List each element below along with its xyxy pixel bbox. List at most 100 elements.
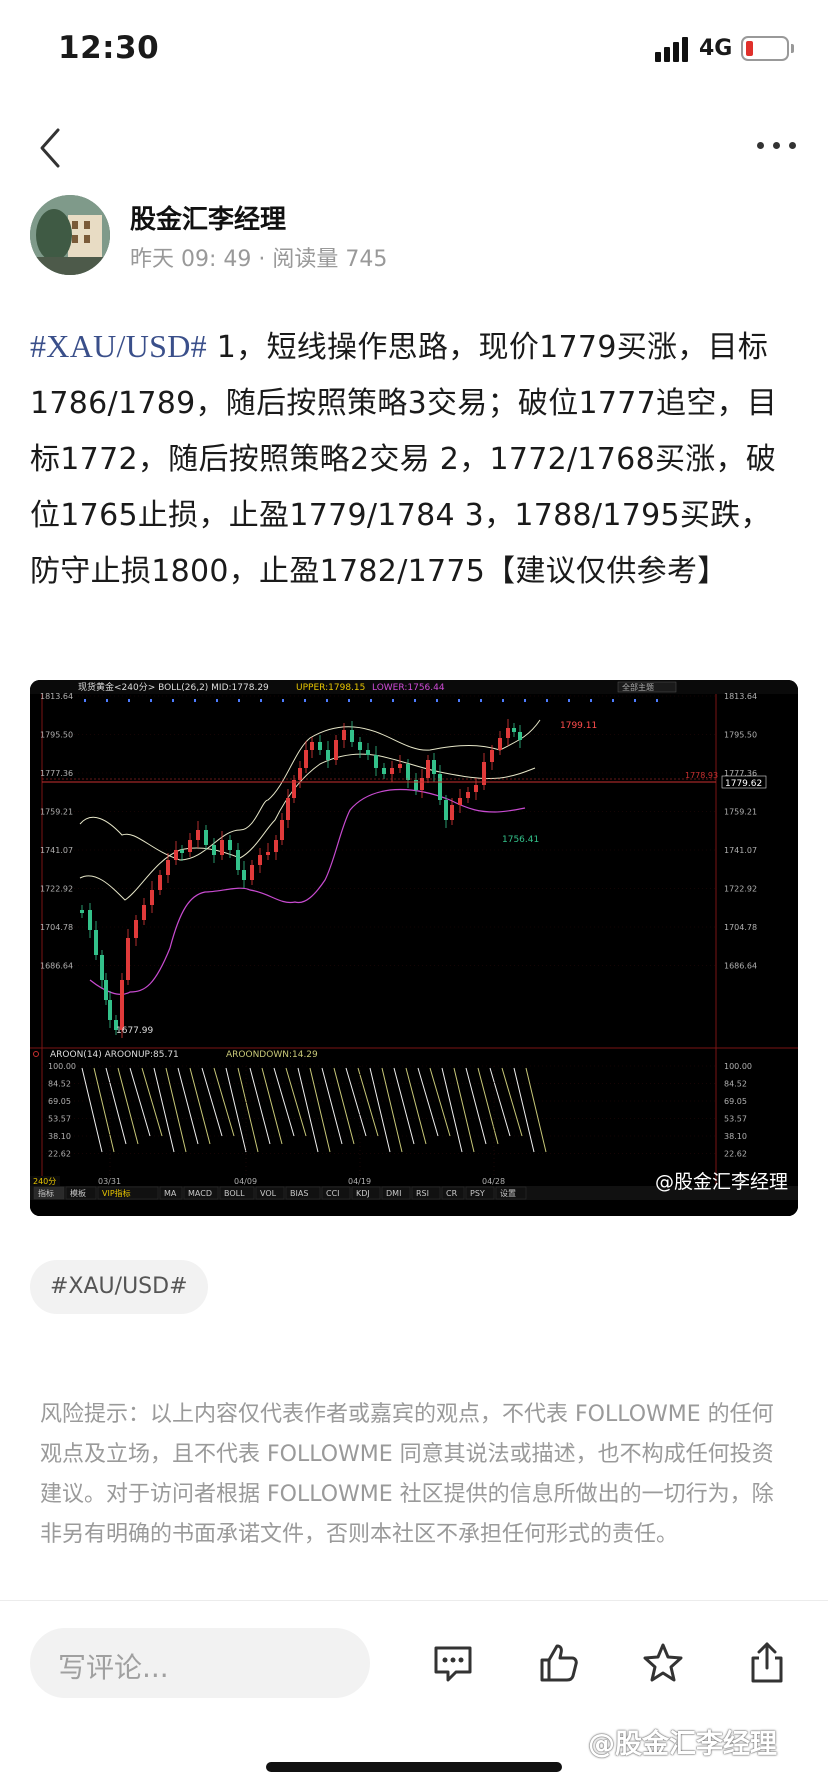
share-button[interactable] xyxy=(744,1640,790,1686)
chart-tab-label: CCI xyxy=(326,1189,340,1198)
marker-dot xyxy=(414,699,416,702)
more-dot-icon xyxy=(773,142,780,149)
y-label-left: 1704.78 xyxy=(40,923,73,932)
candle-body xyxy=(518,732,522,740)
marker-dot xyxy=(524,699,526,702)
battery-cap xyxy=(791,44,794,53)
candle-body xyxy=(80,910,84,913)
candle-body xyxy=(258,855,262,865)
indicator-y-label-left: 84.52 xyxy=(48,1080,71,1089)
chart-header-theme: 全部主题 xyxy=(622,682,654,692)
marker-dot xyxy=(348,699,350,702)
comment-placeholder: 写评论... xyxy=(58,1651,169,1684)
candle-body xyxy=(150,890,154,905)
price-high-label: 1799.11 xyxy=(560,721,597,731)
chart-tab-label: MACD xyxy=(188,1189,212,1198)
thumbs-up-icon xyxy=(540,1644,578,1682)
tag-chip[interactable]: #XAU/USD# xyxy=(30,1260,208,1314)
indicator-y-label-left: 53.57 xyxy=(48,1115,71,1124)
indicator-y-label-left: 100.00 xyxy=(48,1062,76,1071)
favorite-button[interactable] xyxy=(640,1640,686,1686)
comment-icon xyxy=(434,1646,472,1682)
back-button[interactable] xyxy=(34,124,70,172)
candle-body xyxy=(498,738,502,750)
candle-body xyxy=(88,910,92,930)
marker-dot xyxy=(172,699,174,702)
candle-body xyxy=(280,820,284,840)
chart-header-main: 现货黄金<240分> BOLL(26,2) MID:1778.29 xyxy=(78,681,269,693)
star-icon xyxy=(643,1643,683,1682)
candle-body xyxy=(236,850,240,870)
indicator-y-label-right: 69.05 xyxy=(724,1097,747,1106)
y-label-left: 1722.92 xyxy=(40,885,73,894)
post-meta: 昨天 09: 49 · 阅读量 745 xyxy=(130,247,388,272)
status-bar: 12:30 4G xyxy=(0,0,828,100)
x-date-label: 04/19 xyxy=(348,1177,371,1186)
marker-dot xyxy=(194,699,196,702)
candle-body xyxy=(512,728,516,732)
candle-body xyxy=(158,875,162,890)
battery-icon xyxy=(741,36,789,61)
candle-body xyxy=(274,840,278,852)
y-label-right: 1741.07 xyxy=(724,846,757,855)
comment-button[interactable] xyxy=(430,1640,476,1686)
chart-tab-label: 模板 xyxy=(70,1188,86,1198)
avatar-image xyxy=(30,195,110,275)
comment-input[interactable]: 写评论... xyxy=(30,1628,370,1698)
candle-body xyxy=(266,852,270,855)
more-dot-icon xyxy=(789,142,796,149)
marker-dot xyxy=(656,699,658,702)
risk-notice: 风险提示：以上内容仅代表作者或嘉宾的观点，不代表 FOLLOWME 的任何观点及… xyxy=(40,1402,774,1547)
candle-body xyxy=(374,755,378,768)
indicator-header: AROON(14) AROONUP:85.71 xyxy=(50,1050,179,1060)
candle-body xyxy=(142,905,146,920)
more-button[interactable] xyxy=(755,136,799,156)
post-text: 1，短线操作思路，现价1779买涨，目标1786/1789，随后按照策略3交易；… xyxy=(30,330,778,589)
candle-body xyxy=(212,845,216,855)
hashtag-link[interactable]: #XAU/USD# xyxy=(30,328,207,364)
y-label-right: 1686.64 xyxy=(724,962,757,971)
current-price-tag: 1779.62 xyxy=(725,779,762,789)
divider xyxy=(0,1600,828,1601)
candle-body xyxy=(350,730,354,742)
candle-body xyxy=(326,750,330,760)
candle-body xyxy=(166,860,170,875)
status-time: 12:30 xyxy=(58,30,160,66)
chart-image[interactable]: 现货黄金<240分> BOLL(26,2) MID:1778.29 UPPER:… xyxy=(30,680,798,1216)
candle-body xyxy=(174,850,178,860)
chart-watermark: @股金汇李经理 xyxy=(654,1171,788,1193)
chart-tab-label: DMI xyxy=(386,1189,401,1198)
candle-body xyxy=(250,865,254,880)
candle-body xyxy=(358,742,362,750)
y-label-right: 1704.78 xyxy=(724,923,757,932)
y-label-left: 1795.50 xyxy=(40,731,73,740)
chart-tab-label: KDJ xyxy=(356,1189,370,1198)
more-dot-icon xyxy=(757,142,764,149)
avatar[interactable] xyxy=(30,195,110,275)
marker-dot xyxy=(436,699,438,702)
chart-header-lower: LOWER:1756.44 xyxy=(372,683,445,693)
y-label-left: 1686.64 xyxy=(40,962,73,971)
indicator-y-label-right: 100.00 xyxy=(724,1062,752,1071)
candle-body xyxy=(334,740,338,760)
indicator-down: AROONDOWN:14.29 xyxy=(226,1050,318,1060)
indicator-y-label-left: 69.05 xyxy=(48,1097,71,1106)
marker-dot xyxy=(546,699,548,702)
indicator-y-label-right: 38.10 xyxy=(724,1132,747,1141)
candle-body xyxy=(398,764,402,768)
marker-dot xyxy=(128,699,130,702)
candle-body xyxy=(390,768,394,774)
candle-body xyxy=(286,798,290,820)
like-button[interactable] xyxy=(536,1640,582,1686)
candle-body xyxy=(134,920,138,938)
y-label-left: 1777.36 xyxy=(40,769,73,778)
share-icon xyxy=(751,1642,783,1683)
chart-tab-label: 指标 xyxy=(38,1188,54,1198)
marker-dot xyxy=(590,699,592,702)
author-name[interactable]: 股金汇李经理 xyxy=(130,199,286,236)
marker-dot xyxy=(260,699,262,702)
candle-body xyxy=(104,980,108,1000)
marker-dot xyxy=(304,699,306,702)
marker-dot xyxy=(502,699,504,702)
chevron-left-icon xyxy=(40,128,60,168)
